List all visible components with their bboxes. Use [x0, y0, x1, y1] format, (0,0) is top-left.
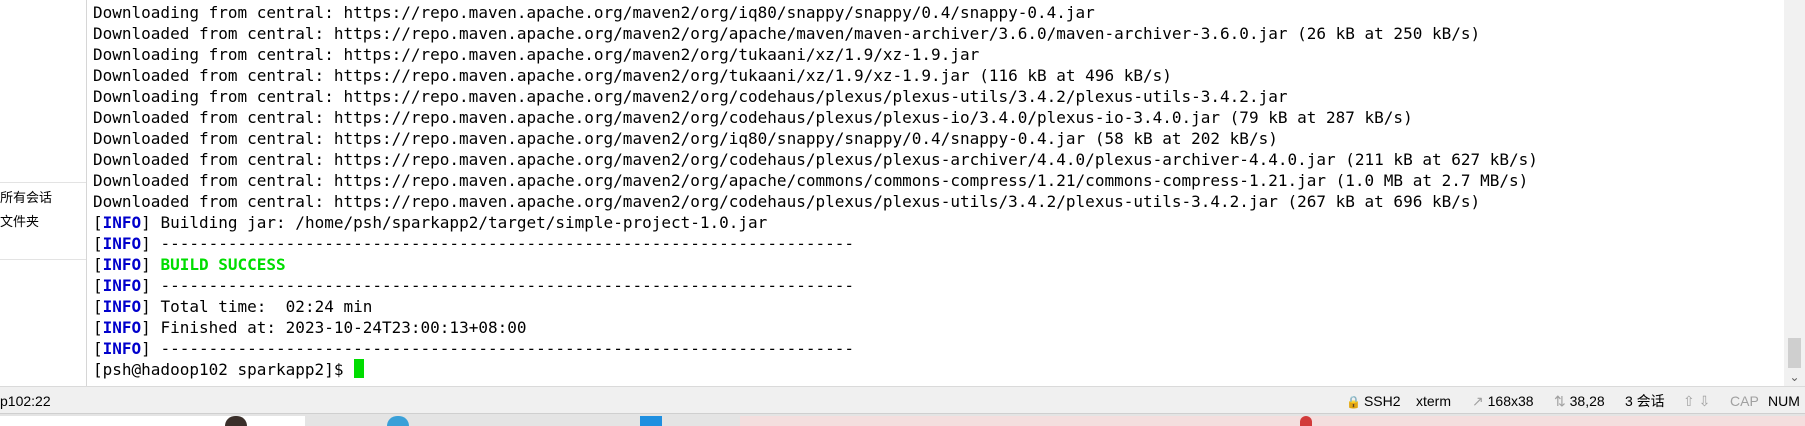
cursor-position-icon: ⇅ [1554, 393, 1566, 409]
terminal-line: Downloaded from central: https://repo.ma… [93, 171, 1529, 190]
info-text: Building jar: /home/psh/sparkapp2/target… [150, 213, 768, 232]
terminal-line: Downloaded from central: https://repo.ma… [93, 66, 1172, 85]
terminal-line: Downloaded from central: https://repo.ma… [93, 108, 1413, 127]
terminal-output[interactable]: Downloading from central: https://repo.m… [88, 0, 1784, 386]
terminal-line: Downloaded from central: https://repo.ma… [93, 129, 1278, 148]
status-cursor-position: ⇅ 38,28 [1554, 392, 1605, 410]
terminal-info-line: [INFO] Building jar: /home/psh/sparkapp2… [93, 213, 768, 232]
scroll-arrows-icon: ⇧ ⇩ [1683, 393, 1711, 409]
lock-icon: 🔒 [1346, 395, 1361, 409]
taskbar [0, 413, 1805, 426]
info-text: ----------------------------------------… [150, 234, 855, 253]
status-terminal-size: ↗ 168x38 [1472, 392, 1534, 410]
resize-icon: ↗ [1472, 393, 1484, 409]
status-session-count: 3 会话 [1625, 393, 1665, 409]
info-tag: INFO [102, 255, 142, 274]
protocol-label: SSH2 [1363, 393, 1401, 409]
sidebar-divider [0, 259, 86, 260]
shell-prompt: [psh@hadoop102 sparkapp2]$ [93, 360, 354, 379]
terminal-info-line: [INFO] BUILD SUCCESS [93, 255, 286, 274]
sidebar-tree [0, 0, 86, 182]
info-text: Finished at: 2023-10-24T23:00:13+08:00 [150, 318, 527, 337]
status-bar: p102:22 🔒 SSH2 xterm ↗ 168x38 ⇅ 38,28 3 会… [0, 386, 1805, 414]
info-tag: INFO [102, 297, 142, 316]
info-text: ----------------------------------------… [150, 339, 855, 358]
vertical-scrollbar[interactable]: ⌄ [1784, 0, 1805, 386]
terminal-prompt-line[interactable]: [psh@hadoop102 sparkapp2]$ [93, 359, 365, 380]
terminal-line: Downloading from central: https://repo.m… [93, 87, 1288, 106]
terminal-line: Downloading from central: https://repo.m… [93, 45, 980, 64]
info-text: Total time: 02:24 min [150, 297, 373, 316]
status-protocol: 🔒 SSH2 [1346, 392, 1401, 410]
status-num-lock: NUM [1768, 393, 1800, 409]
info-tag: INFO [102, 234, 142, 253]
text-cursor [354, 359, 365, 378]
sidebar-divider [0, 182, 86, 183]
chevron-down-icon[interactable]: ⌄ [1788, 370, 1801, 384]
status-caps-lock: CAP [1730, 393, 1759, 409]
info-tag: INFO [102, 318, 142, 337]
sidebar-item-all-sessions[interactable]: 所有会话 [0, 187, 86, 209]
terminal-line: Downloaded from central: https://repo.ma… [93, 24, 1481, 43]
terminal-info-line: [INFO] Finished at: 2023-10-24T23:00:13+… [93, 318, 527, 337]
sidebar-item-folder[interactable]: 文件夹 [0, 211, 86, 233]
scrollbar-thumb[interactable] [1788, 338, 1801, 368]
terminal-line: Downloaded from central: https://repo.ma… [93, 192, 1481, 211]
terminal-info-line: [INFO] ---------------------------------… [93, 339, 855, 358]
terminal-line: Downloaded from central: https://repo.ma… [93, 150, 1538, 169]
status-session-host: p102:22 [0, 393, 51, 409]
session-sidebar: 所有会话 文件夹 [0, 0, 87, 386]
terminal-info-line: [INFO] Total time: 02:24 min [93, 297, 373, 316]
info-tag: INFO [102, 276, 142, 295]
info-text: ----------------------------------------… [150, 276, 855, 295]
terminal-info-line: [INFO] ---------------------------------… [93, 276, 855, 295]
info-tag: INFO [102, 213, 142, 232]
info-tag: INFO [102, 339, 142, 358]
status-terminal-type: xterm [1416, 393, 1451, 409]
terminal-info-line: [INFO] ---------------------------------… [93, 234, 855, 253]
cursor-position-label: 38,28 [1569, 393, 1605, 409]
build-success-text: BUILD SUCCESS [150, 255, 286, 274]
terminal-size-label: 168x38 [1487, 393, 1534, 409]
terminal-line: Downloading from central: https://repo.m… [93, 3, 1095, 22]
